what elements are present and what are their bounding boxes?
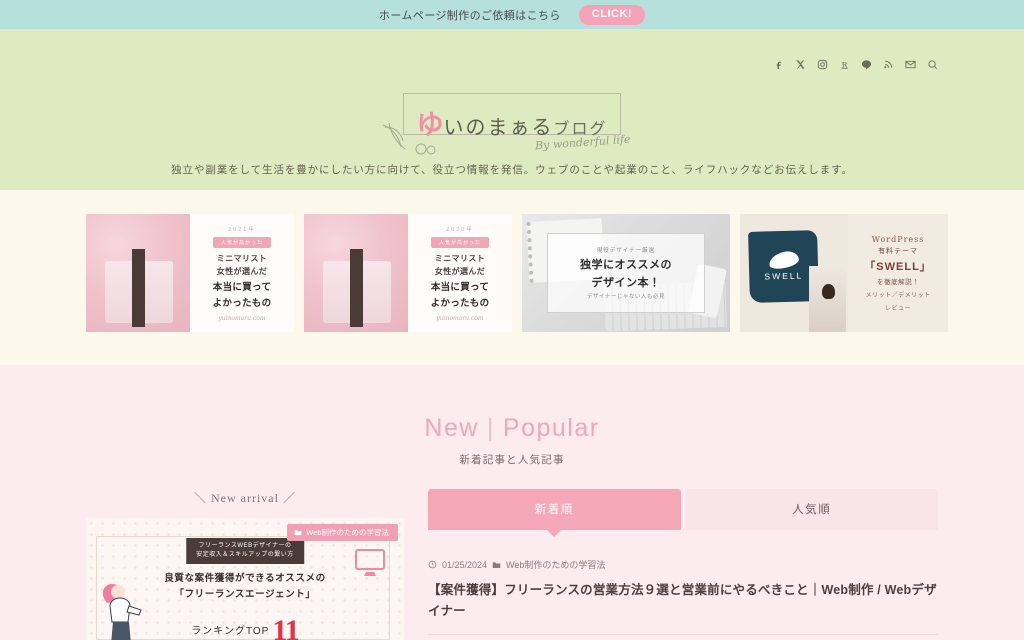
section-title: New | Popular (0, 365, 1024, 443)
article-item-2[interactable]: 01/18/2024 マインド (428, 635, 938, 640)
card-4-line5: メリット／デメリット (865, 292, 931, 299)
card-3-title1: 独学にオススメの (580, 259, 672, 271)
card-2-line3: 本当に買って (430, 281, 490, 293)
search-icon[interactable] (927, 59, 938, 70)
new-popular-section: New | Popular 新着記事と人気記事 ＼ New arrival ／ We… (0, 365, 1024, 640)
article-1-meta: 01/25/2024 Web制作のための学習法 (428, 558, 938, 571)
card-2-signature: yuinomaru.com (436, 314, 484, 322)
social-links: R (773, 59, 938, 70)
card-4-line3: 「SWELL」 (864, 260, 932, 273)
illustration-computer (355, 549, 385, 576)
svg-text:R: R (842, 60, 849, 69)
tab-newest[interactable]: 新着順 (428, 489, 681, 530)
carousel-card-1[interactable]: 2021年 人気が高かった ミニマリスト 女性が選んだ 本当に買って よかったも… (86, 214, 294, 332)
card-1-line1: ミニマリスト (216, 253, 268, 263)
section-title-new: New (424, 414, 479, 442)
folder-icon (492, 561, 501, 568)
card-4-swell-logo: SWELL (747, 229, 819, 303)
featured-kicker-line1: フリーランスWEBデザイナーの (198, 543, 292, 549)
section-title-divider: | (486, 414, 495, 442)
click-cta-button[interactable]: CLICK! (578, 4, 646, 25)
card-1-year: 2021年 (228, 226, 256, 233)
article-1-date: 01/25/2024 (442, 559, 488, 570)
tab-popular[interactable]: 人気順 (685, 489, 938, 530)
article-item-1[interactable]: 01/25/2024 Web制作のための学習法 【案件獲得】フリーランスの営業方… (428, 552, 938, 636)
featured-rank-label: ランキングTOP (191, 626, 270, 637)
card-4-line4: を徹底解説！ (877, 278, 920, 286)
card-1-line3: 本当に買って (212, 281, 272, 293)
featured-kicker: フリーランスWEBデザイナーの 安定収入＆スキルアップの繋い方 (186, 538, 304, 564)
x-twitter-icon[interactable] (795, 59, 806, 70)
card-4-brand: SWELL (763, 269, 804, 281)
carousel-card-3[interactable]: 現役デザイナー厳選 独学にオススメの デザイン本！ デザイナーじゃない人も必見 (522, 214, 730, 332)
card-2-line4: よかったもの (430, 297, 490, 309)
top-announcement-bar: ホームページ制作のご依頼はこちら CLICK! (0, 0, 1024, 29)
card-3-sub: デザイナーじゃない人も必見 (587, 294, 665, 300)
site-tagline: 独立や副業をして生活を豊かにしたい方に向けて、役立つ情報を発信。ウェブのことや起… (171, 164, 853, 176)
folder-icon (294, 530, 302, 536)
card-2-line2: 女性が選んだ (434, 266, 486, 276)
carousel-card-2[interactable]: 2020年 人気が高かった ミニマリスト 女性が選んだ 本当に買って よかったも… (304, 214, 512, 332)
section-title-popular: Popular (502, 414, 600, 442)
carousel-card-4[interactable]: SWELL WordPress 有料テーマ 「SWELL」 を徹底解説！ メリッ… (740, 214, 948, 332)
article-1-category[interactable]: Web制作のための学習法 (506, 558, 605, 571)
bird-icon (766, 249, 800, 270)
card-2-line1: ミニマリスト (434, 253, 486, 263)
featured-carousel-band: 2021年 人気が高かった ミニマリスト 女性が選んだ 本当に買って よかったも… (0, 190, 1024, 365)
sort-tabs: 新着順 人気順 (428, 489, 938, 530)
card-4-line6: レビュー (885, 305, 912, 312)
article-list-column: 新着順 人気順 01/25/2024 Web制作のための学習法 【案件獲得】フリ… (428, 489, 938, 640)
line-icon[interactable] (861, 59, 872, 70)
facebook-icon[interactable] (773, 59, 784, 70)
clock-icon (428, 560, 437, 569)
card-4-line2: 有料テーマ (878, 247, 919, 255)
site-header: R ゆいのまぁるブログ By wonderful life 独立や副業をして生活… (0, 29, 1024, 209)
card-1-line4: よかったもの (212, 297, 272, 309)
instagram-icon[interactable] (817, 59, 828, 70)
featured-rank-number: 11 (272, 614, 299, 640)
page-root: ホームページ制作のご依頼はこちら CLICK! R ゆいのまぁるブログ By w… (0, 0, 1024, 640)
card-2-ribbon: 人気が高かった (430, 236, 489, 248)
featured-category-text: Web制作のための学習法 (306, 528, 389, 537)
site-logo[interactable]: ゆいのまぁるブログ By wonderful life (0, 91, 1024, 155)
new-arrival-label: ＼ New arrival ／ (194, 491, 296, 505)
note-icon[interactable]: R (839, 59, 850, 70)
featured-category-badge[interactable]: Web制作のための学習法 (287, 524, 398, 541)
featured-rank: ランキングTOP 11 (86, 614, 404, 640)
article-1-title[interactable]: 【案件獲得】フリーランスの営業方法９選と営業前にやるべきこと｜Web制作 / W… (428, 580, 938, 621)
logo-hiragana: いのまぁる (443, 117, 554, 139)
card-3-kicker: 現役デザイナー厳選 (596, 248, 656, 254)
featured-article-thumbnail[interactable]: Web制作のための学習法 フリーランスWEBデザイナーの 安定収入＆スキルアップ… (86, 518, 404, 640)
new-arrival-column: ＼ New arrival ／ Web制作のための学習法 フリーランスWEBデザ… (86, 489, 404, 640)
card-2-year: 2020年 (446, 226, 474, 233)
section-subtitle: 新着記事と人気記事 (459, 454, 565, 466)
card-4-person-head (822, 283, 836, 299)
featured-kicker-line2: 安定収入＆スキルアップの繋い方 (196, 552, 294, 558)
card-4-line1: WordPress (871, 234, 925, 244)
card-1-photo (86, 214, 190, 332)
rss-icon[interactable] (883, 59, 894, 70)
article-list: 01/25/2024 Web制作のための学習法 【案件獲得】フリーランスの営業方… (428, 552, 938, 640)
mail-icon[interactable] (905, 59, 916, 70)
featured-carousel[interactable]: 2021年 人気が高かった ミニマリスト 女性が選んだ 本当に買って よかったも… (0, 214, 1024, 332)
card-1-signature: yuinomaru.com (218, 314, 266, 322)
card-2-photo (304, 214, 408, 332)
card-1-ribbon: 人気が高かった (212, 236, 271, 248)
announcement-text: ホームページ制作のご依頼はこちら (378, 9, 561, 22)
card-1-line2: 女性が選んだ (216, 266, 268, 276)
card-3-title2: デザイン本！ (591, 277, 661, 289)
logo-mark: ゆ (416, 110, 444, 140)
